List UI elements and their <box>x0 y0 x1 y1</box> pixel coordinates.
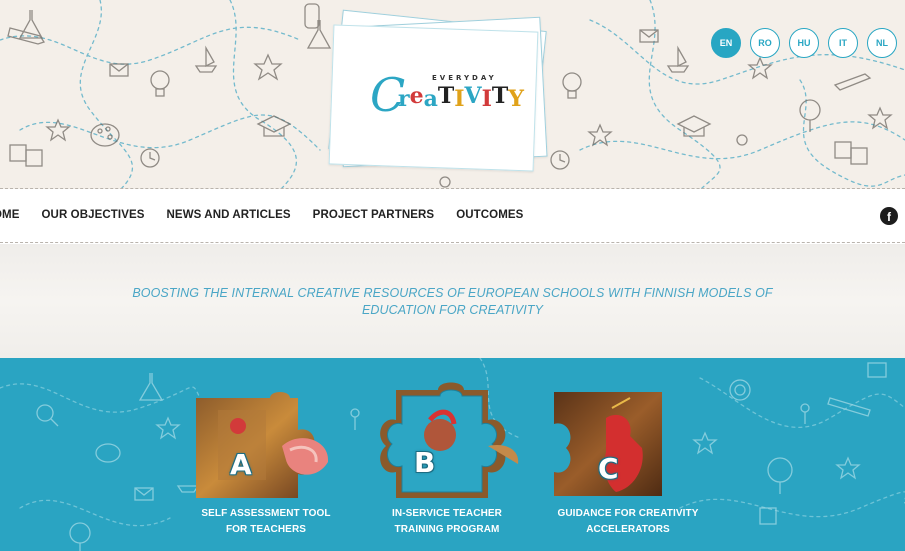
logo-everyday-text: EVERYDAY <box>432 74 497 82</box>
puzzle-piece-a-image <box>196 392 329 498</box>
outcome-card-a[interactable]: A <box>190 390 340 505</box>
lang-button-it[interactable]: IT <box>828 28 858 58</box>
lang-button-hu[interactable]: HU <box>789 28 819 58</box>
lang-button-nl[interactable]: NL <box>867 28 897 58</box>
outcome-label-b-line-1: IN-SERVICE TEACHER <box>392 508 502 519</box>
site-header: EVERYDAY C reaTIVITY EN RO HU IT NL <box>0 0 905 190</box>
site-logo[interactable]: EVERYDAY C reaTIVITY <box>325 9 565 185</box>
facebook-icon[interactable]: f <box>880 207 898 225</box>
nav-item-ome[interactable]: OME <box>0 209 20 221</box>
nav-item-our-objectives[interactable]: OUR OBJECTIVES <box>42 209 145 221</box>
outcome-label-c-line-1: GUIDANCE FOR CREATIVITY <box>557 508 699 519</box>
main-nav: OME OUR OBJECTIVES NEWS AND ARTICLES PROJEC… <box>0 189 905 243</box>
outcome-label-b-line-2: TRAINING PROGRAM <box>394 524 500 535</box>
tagline-line-1: BOOSTING THE INTERNAL CREATIVE RESOURCES… <box>132 286 773 300</box>
nav-item-outcomes[interactable]: OUTCOMES <box>456 209 523 221</box>
outcome-letter-a: A <box>230 448 252 481</box>
nav-item-news-and-articles[interactable]: NEWS AND ARTICLES <box>167 209 291 221</box>
outcome-label-a-line-1: SELF ASSESSMENT TOOL <box>201 508 331 519</box>
outcome-card-c[interactable]: C <box>550 388 670 506</box>
outcome-label-b[interactable]: IN-SERVICE TEACHER TRAINING PROGRAM <box>362 506 532 538</box>
outcome-letter-b: B <box>414 446 436 479</box>
puzzle-piece-c-image <box>554 392 662 496</box>
outcome-label-a[interactable]: SELF ASSESSMENT TOOL FOR TEACHERS <box>181 506 351 538</box>
outcome-label-c[interactable]: GUIDANCE FOR CREATIVITY ACCELERATORS <box>543 506 713 538</box>
language-switcher: EN RO HU IT NL <box>711 28 897 58</box>
logo-wordmark: EVERYDAY C reaTIVITY <box>370 68 530 128</box>
tagline-line-2: EDUCATION FOR CREATIVITY <box>361 303 544 317</box>
tagline: BOOSTING THE INTERNAL CREATIVE RESOURCES… <box>60 285 845 319</box>
nav-items: OME OUR OBJECTIVES NEWS AND ARTICLES PROJEC… <box>0 209 545 221</box>
outcome-card-b[interactable]: B <box>378 380 523 505</box>
outcome-label-a-line-2: FOR TEACHERS <box>225 524 307 535</box>
lang-button-en[interactable]: EN <box>711 28 741 58</box>
outcome-label-c-line-2: ACCELERATORS <box>586 524 670 535</box>
nav-item-project-partners[interactable]: PROJECT PARTNERS <box>313 209 435 221</box>
puzzle-piece-b-image <box>380 382 519 498</box>
lang-button-ro[interactable]: RO <box>750 28 780 58</box>
outcomes-section: A B C SELF ASSESSMENT TOOL FOR TEACHERS … <box>0 358 905 551</box>
logo-creativity-text: reaTIVITY <box>398 83 524 112</box>
outcome-letter-c: C <box>598 452 619 485</box>
